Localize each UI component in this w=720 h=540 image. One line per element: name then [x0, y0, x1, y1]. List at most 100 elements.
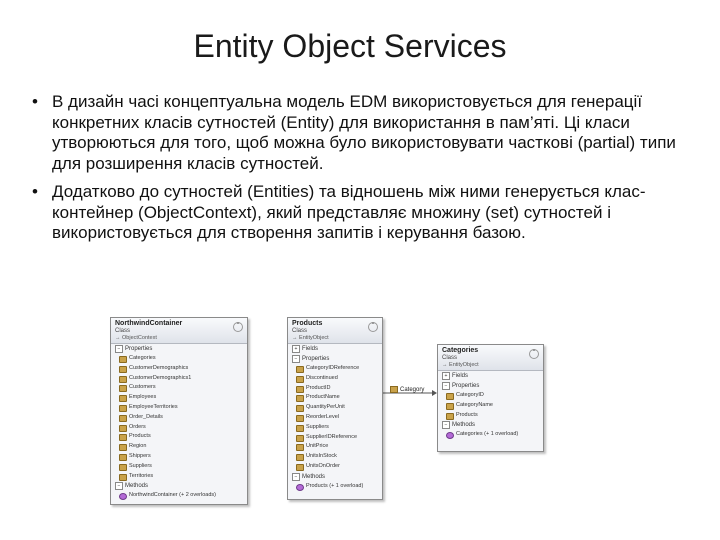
minus-toggle-icon[interactable]: −	[442, 382, 450, 390]
section-fields[interactable]: + Fields	[438, 371, 543, 381]
property-label: ProductID	[306, 384, 331, 391]
property-label: ReorderLevel	[306, 413, 340, 420]
property-label: Products	[456, 411, 478, 418]
property-label: QuantityPerUnit	[306, 404, 345, 411]
property-icon	[296, 375, 304, 383]
section-methods[interactable]: − Methods	[288, 472, 382, 482]
property-item[interactable]: Order_Details	[111, 413, 247, 423]
property-item[interactable]: Customers	[111, 383, 247, 393]
bullet-item-1: • В дизайн часі концептуальна модель EDM …	[32, 92, 692, 174]
property-label: Products	[129, 433, 151, 440]
slide-title: Entity Object Services	[193, 28, 507, 64]
property-icon	[296, 454, 304, 462]
method-item[interactable]: NorthwindContainer (+ 2 overloads)	[111, 491, 247, 501]
property-item[interactable]: EmployeeTerritories	[111, 403, 247, 413]
property-item[interactable]: UnitPrice	[288, 442, 382, 452]
method-item[interactable]: Categories (+ 1 overload)	[438, 430, 543, 440]
entity-base: → ObjectContext	[115, 335, 157, 341]
property-item[interactable]: CategoryName	[438, 401, 543, 411]
bullet-text-2: Додатково до сутностей (Entities) та від…	[52, 182, 646, 242]
property-item[interactable]: CategoryIDReference	[288, 364, 382, 374]
entity-kind: Class	[292, 328, 308, 334]
property-label: Region	[129, 443, 147, 450]
property-label: Shippers	[129, 452, 151, 459]
property-item[interactable]: ProductID	[288, 384, 382, 394]
property-item[interactable]: Region	[111, 442, 247, 452]
property-item[interactable]: UnitsOnOrder	[288, 462, 382, 472]
minus-toggle-icon[interactable]: −	[292, 472, 300, 481]
property-icon	[296, 405, 304, 413]
bullet-dot-icon: •	[32, 182, 38, 201]
entity-header: Categories Class → EntityObject ⌃	[438, 345, 543, 371]
method-item[interactable]: Products (+ 1 overload)	[288, 482, 382, 492]
property-label: UnitPrice	[306, 443, 329, 450]
entity-header: NorthwindContainer Class → ObjectContext…	[111, 318, 247, 344]
entity-northwind-container[interactable]: NorthwindContainer Class → ObjectContext…	[110, 317, 248, 505]
property-icon	[119, 356, 127, 363]
property-icon	[119, 444, 127, 452]
collapse-icon[interactable]: ⌃	[529, 349, 539, 359]
association-label[interactable]: Category	[390, 386, 424, 393]
minus-toggle-icon[interactable]: −	[292, 355, 300, 363]
property-icon	[446, 412, 454, 420]
property-icon	[119, 434, 127, 442]
property-icon	[119, 385, 127, 393]
property-icon	[296, 434, 304, 442]
property-item[interactable]: Employees	[111, 393, 247, 403]
minus-toggle-icon[interactable]: −	[115, 345, 123, 353]
class-diagram: NorthwindContainer Class → ObjectContext…	[0, 0, 720, 540]
property-item[interactable]: Categories	[111, 354, 247, 364]
property-label: EmployeeTerritories	[129, 403, 178, 410]
minus-toggle-icon[interactable]: −	[115, 482, 123, 491]
plus-toggle-icon[interactable]: +	[292, 345, 300, 353]
entity-name: Categories	[442, 347, 479, 354]
method-label: NorthwindContainer (+ 2 overloads)	[129, 492, 216, 499]
section-properties[interactable]: − Properties	[111, 344, 247, 354]
collapse-icon[interactable]: ⌃	[233, 322, 243, 332]
property-item[interactable]: SupplierIDReference	[288, 433, 382, 443]
property-label: Customers	[129, 384, 156, 391]
property-item[interactable]: Suppliers	[288, 423, 382, 433]
property-icon	[119, 424, 127, 432]
property-item[interactable]: Discontinued	[288, 374, 382, 384]
property-item[interactable]: UnitsInStock	[288, 452, 382, 462]
property-label: Employees	[129, 394, 157, 401]
method-label: Categories (+ 1 overload)	[456, 431, 519, 438]
property-item[interactable]: ProductName	[288, 393, 382, 403]
property-label: CategoryID	[456, 392, 484, 398]
property-label: CategoryIDReference	[306, 365, 360, 371]
entity-categories[interactable]: Categories Class → EntityObject ⌃ + Field…	[437, 344, 544, 452]
property-item[interactable]: CategoryID	[438, 391, 543, 401]
section-properties[interactable]: − Properties	[288, 354, 382, 364]
entity-kind: Class	[442, 355, 458, 361]
property-item[interactable]: Products	[111, 432, 247, 442]
property-item[interactable]: QuantityPerUnit	[288, 403, 382, 413]
property-label: Order_Details	[129, 413, 163, 420]
section-properties[interactable]: − Properties	[438, 381, 543, 391]
property-item[interactable]: CustomerDemographics1	[111, 374, 247, 384]
property-label: Orders	[129, 423, 146, 430]
section-fields[interactable]: + Fields	[288, 344, 382, 354]
property-label: ProductName	[306, 394, 340, 401]
property-item[interactable]: Orders	[111, 423, 247, 433]
property-item[interactable]: Suppliers	[111, 462, 247, 472]
property-item[interactable]: CustomerDemographics	[111, 364, 247, 374]
property-label: CustomerDemographics	[129, 364, 189, 371]
minus-toggle-icon[interactable]: −	[442, 421, 450, 430]
method-icon	[446, 432, 454, 440]
property-icon	[390, 386, 398, 393]
section-methods[interactable]: − Methods	[438, 420, 543, 430]
collapse-icon[interactable]: ⌃	[368, 322, 378, 332]
entity-products[interactable]: Products Class → EntityObject ⌃ + Fields …	[287, 317, 383, 500]
property-item[interactable]: Shippers	[111, 452, 247, 462]
property-icon	[296, 385, 304, 393]
property-icon	[296, 463, 304, 471]
property-item[interactable]: ReorderLevel	[288, 413, 382, 423]
property-icon	[296, 414, 304, 422]
method-icon	[296, 483, 304, 491]
property-item[interactable]: Territories	[111, 472, 247, 482]
property-item[interactable]: Products	[438, 411, 543, 421]
section-methods[interactable]: − Methods	[111, 481, 247, 491]
property-label: Territories	[129, 472, 154, 479]
plus-toggle-icon[interactable]: +	[442, 372, 450, 380]
